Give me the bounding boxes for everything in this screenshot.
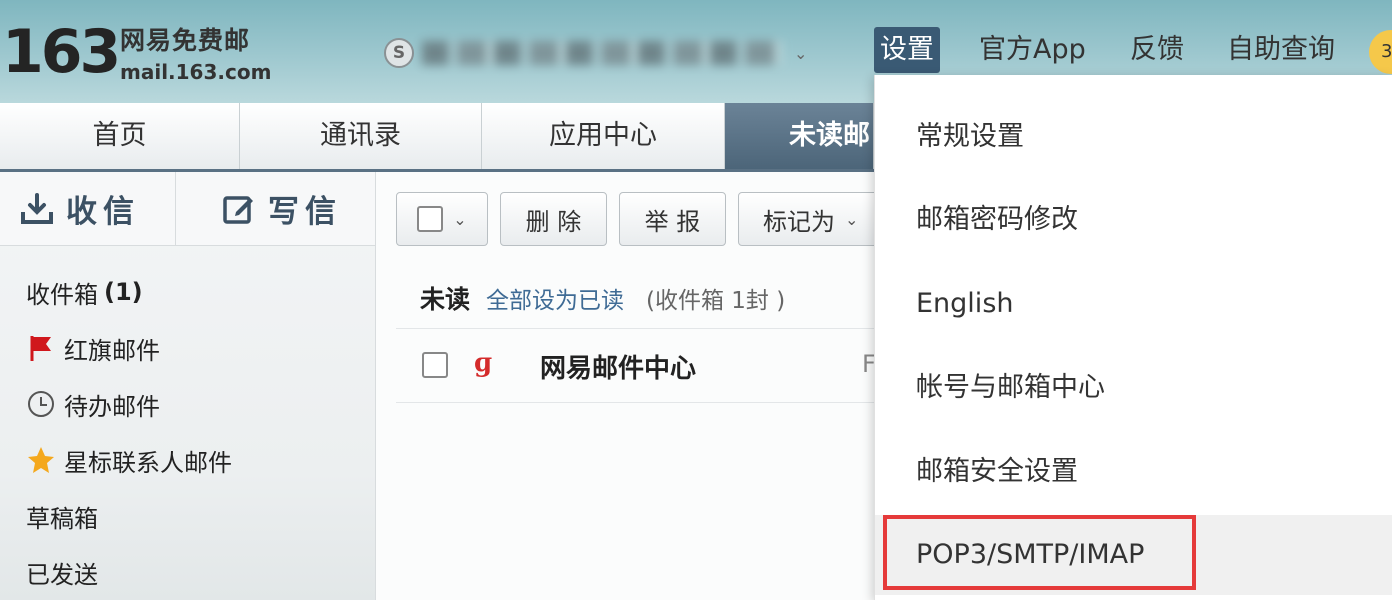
menu-item-account-center[interactable]: 帐号与邮箱中心 [875,348,1392,428]
row-checkbox[interactable] [422,352,448,378]
tab-app-center[interactable]: 应用中心 [482,103,725,169]
table-row[interactable]: ɡ 网易邮件中心 F [396,330,876,403]
chevron-down-icon: ⌄ [845,209,859,229]
compose-button[interactable]: 写信 [222,172,342,245]
red-flag-icon [26,333,56,363]
list-title: 未读 [420,285,471,314]
folder-starred-label: 星标联系人邮件 [64,448,232,477]
select-all-dropdown[interactable]: ⌄ [396,192,488,246]
menu-item-change-password[interactable]: 邮箱密码修改 [875,180,1392,260]
folder-todo-label: 待办邮件 [64,392,160,421]
logo-domain[interactable]: mail.163.com [120,59,271,85]
sidebar: 收信 写信 收件箱 (1) 红旗邮件 待办邮件 星标联系人邮件 草稿箱 已发送 [0,172,376,600]
account-switcher[interactable]: S ⌄ [384,36,807,70]
menu-item-pop3-smtp-imap[interactable]: POP3/SMTP/IMAP [875,515,1392,595]
star-icon [26,445,56,475]
mail-list-panel: ⌄ 删 除 举 报 标记为 ⌄ 未读 全部设为已读 (收件箱 1封 ) ɡ 网易… [376,172,888,600]
nav-self-service[interactable]: 自助查询 [1227,27,1335,73]
inbox-download-icon [21,192,53,224]
avatar[interactable]: 3 [1369,30,1392,74]
settings-dropdown-menu: 常规设置 邮箱密码修改 English 帐号与邮箱中心 邮箱安全设置 POP3/… [874,75,1392,600]
folder-todo[interactable]: 待办邮件 [26,386,160,422]
inbox-count: (1) [104,278,143,306]
list-header: 未读 全部设为已读 (收件箱 1封 ) [420,280,785,316]
nav-feedback[interactable]: 反馈 [1130,27,1184,73]
receive-button[interactable]: 收信 [20,172,140,245]
logo-text[interactable]: 网易免费邮 [120,26,250,56]
chevron-down-icon: ⌄ [794,43,808,63]
tab-contacts[interactable]: 通讯录 [240,103,482,169]
menu-item-security-settings[interactable]: 邮箱安全设置 [875,432,1392,512]
folder-inbox-label: 收件箱 [26,280,98,309]
edit-icon [223,195,253,224]
netease-logo-icon: ɡ [474,348,493,378]
account-email-blurred [422,41,782,65]
folder-sent-label: 已发送 [26,560,98,589]
menu-item-general-settings[interactable]: 常规设置 [875,97,1392,177]
list-summary: (收件箱 1封 ) [646,288,786,314]
folder-sent[interactable]: 已发送 [26,554,98,590]
mark-as-dropdown[interactable]: 标记为 ⌄ [738,192,888,246]
compose-divider [175,172,176,245]
folder-red-flag[interactable]: 红旗邮件 [26,330,160,366]
folder-starred-contacts[interactable]: 星标联系人邮件 [26,442,232,478]
compose-label: 写信 [268,194,342,230]
mark-as-label: 标记为 [763,207,835,236]
report-button[interactable]: 举 报 [619,192,726,246]
select-all-checkbox[interactable] [417,206,444,232]
clock-icon [26,389,56,419]
list-divider [396,328,874,329]
folder-drafts-label: 草稿箱 [26,504,98,533]
receive-label: 收信 [66,194,140,230]
delete-button[interactable]: 删 除 [500,192,607,246]
folder-inbox[interactable]: 收件箱 (1) [26,274,143,310]
folder-drafts[interactable]: 草稿箱 [26,498,98,534]
compose-row: 收信 写信 [0,172,375,246]
menu-item-english[interactable]: English [875,264,1392,344]
nav-settings[interactable]: 设置 [874,27,940,73]
nav-official-app[interactable]: 官方App [979,27,1086,73]
folder-red-flag-label: 红旗邮件 [64,336,160,365]
tab-unread-mail[interactable]: 未读邮 [725,103,874,169]
chevron-down-icon: ⌄ [453,209,467,229]
sender-name: 网易邮件中心 [540,354,697,384]
tab-home[interactable]: 首页 [0,103,240,169]
coin-icon: S [384,38,414,68]
mark-all-read-link[interactable]: 全部设为已读 [486,281,624,315]
logo-number[interactable]: 163 [2,16,121,88]
